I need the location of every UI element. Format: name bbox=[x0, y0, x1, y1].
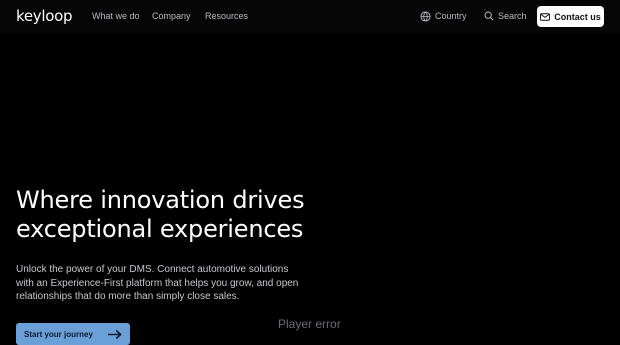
hero-description-line-2: with an Experience-First platform that h… bbox=[16, 277, 299, 289]
hero-headline-line-2: exceptional experiences bbox=[16, 215, 304, 243]
hero-description-line-3: relationships that do more than simply c… bbox=[16, 291, 240, 302]
hero-description-line-1: Unlock the power of your DMS. Connect au… bbox=[16, 264, 289, 275]
keyloop-logo[interactable]: keyloop bbox=[16, 6, 73, 26]
search-label: Search bbox=[498, 11, 527, 21]
country-selector[interactable]: Country bbox=[420, 9, 467, 23]
nav-company[interactable]: Company bbox=[152, 10, 191, 22]
nav-what-we-do[interactable]: What we do bbox=[92, 10, 140, 22]
search-button[interactable]: Search bbox=[484, 9, 527, 23]
globe-icon bbox=[420, 10, 431, 22]
start-your-journey-button[interactable]: Start your journey bbox=[16, 323, 130, 345]
arrow-right-icon bbox=[108, 329, 122, 339]
hero-headline: Where innovation drives exceptional expe… bbox=[16, 186, 316, 244]
envelope-icon bbox=[540, 12, 551, 21]
video-player-error: Player error bbox=[278, 317, 341, 331]
hero-description: Unlock the power of your DMS. Connect au… bbox=[16, 263, 301, 304]
contact-us-button[interactable]: Contact us bbox=[537, 6, 604, 27]
start-your-journey-label: Start your journey bbox=[24, 329, 93, 339]
hero-headline-line-1: Where innovation drives bbox=[16, 186, 305, 214]
search-icon bbox=[484, 11, 494, 21]
country-label: Country bbox=[435, 11, 467, 21]
nav-resources[interactable]: Resources bbox=[205, 10, 248, 22]
top-navigation: keyloop What we do Company Resources Cou… bbox=[0, 0, 620, 33]
contact-us-label: Contact us bbox=[554, 11, 601, 22]
